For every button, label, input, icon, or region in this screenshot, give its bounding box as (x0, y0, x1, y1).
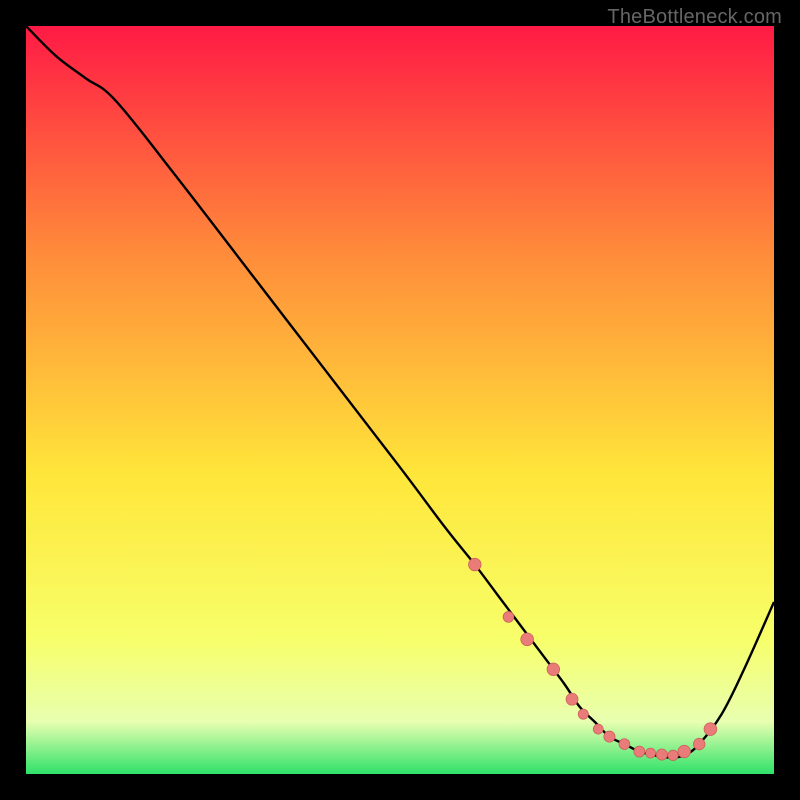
highlight-point (678, 745, 691, 758)
highlight-point (646, 748, 656, 758)
highlight-point (469, 558, 482, 571)
plot-area (26, 26, 774, 774)
chart-stage: TheBottleneck.com (0, 0, 800, 800)
highlight-point (656, 749, 667, 760)
highlight-point (634, 746, 645, 757)
highlight-point (547, 663, 560, 676)
highlight-point (619, 739, 630, 750)
highlight-point (604, 731, 615, 742)
highlight-point (668, 750, 678, 760)
highlight-point (693, 738, 705, 750)
gradient-background (26, 26, 774, 774)
highlight-point (593, 724, 603, 734)
highlight-point (578, 709, 588, 719)
highlight-point (566, 693, 578, 705)
watermark-text: TheBottleneck.com (607, 6, 782, 29)
highlight-point (503, 612, 514, 623)
highlight-point (521, 633, 534, 646)
chart-svg (26, 26, 774, 774)
highlight-point (704, 723, 717, 736)
